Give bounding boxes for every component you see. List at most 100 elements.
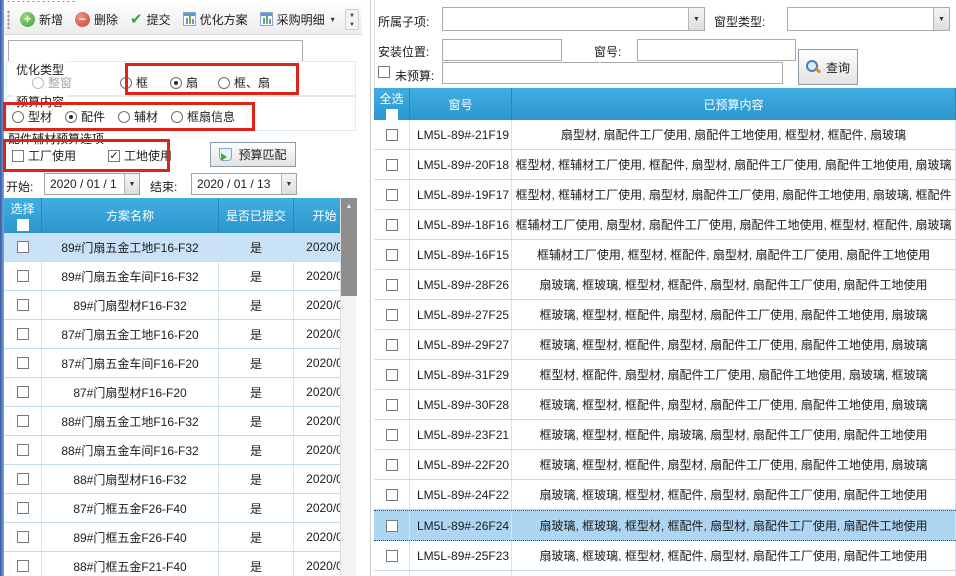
plan-row[interactable]: 89#门框五金F26-F40是2020/0 [4,523,356,552]
sub-item-dropdown-icon[interactable]: ▼ [688,8,704,30]
radio-sash[interactable]: 扇 [170,74,198,91]
purchase-detail-button[interactable]: 采购明细 ▾ [254,8,341,31]
budget-row[interactable]: LM5L-89#-31F29框型材, 框配件, 扇型材, 扇配件工厂使用, 扇配… [374,360,956,390]
radio-frame-sash-info[interactable]: 框扇信息 [171,108,235,125]
budget-row[interactable]: LM5L-89#-24F22扇玻璃, 框玻璃, 框型材, 框配件, 扇型材, 扇… [374,480,956,510]
plan-row-checkbox[interactable] [17,357,29,369]
window-type-combobox[interactable]: ▼ [787,7,950,31]
scroll-up-icon[interactable]: ▲ [341,198,357,214]
radio-mark-icon[interactable] [65,111,77,123]
budget-row-checkbox[interactable] [386,279,398,291]
plan-row-checkbox[interactable] [17,241,29,253]
plan-row[interactable]: 88#门扇五金车间F16-F32是2020/0 [4,436,356,465]
budget-row-checkbox[interactable] [386,159,398,171]
budget-row-checkbox[interactable] [386,369,398,381]
submit-button[interactable]: ✔ 提交 [124,8,177,31]
plan-filter-input[interactable] [8,40,303,63]
install-position-input[interactable] [442,39,562,61]
plans-scrollbar[interactable]: ▲ [340,198,356,576]
end-date-picker[interactable]: 2020 / 01 / 13 ▼ [191,173,297,195]
plan-row-checkbox[interactable] [17,531,29,543]
plan-row[interactable]: 88#门框五金F21-F40是2020/0 [4,552,356,576]
budget-row[interactable]: LM5L-89#-18F16框辅材工厂使用, 扇型材, 扇配件工厂使用, 扇配件… [374,210,956,240]
checkbox-mark-icon[interactable] [12,150,24,162]
budget-row[interactable]: LM5L-89#-26F24扇玻璃, 框玻璃, 框型材, 框配件, 扇型材, 扇… [374,510,956,541]
budget-row[interactable]: LM5L-89#-21F19扇型材, 扇配件工厂使用, 扇配件工地使用, 框型材… [374,120,956,150]
add-button[interactable]: + 新增 [14,8,69,31]
plan-row[interactable]: 87#门扇五金车间F16-F20是2020/0 [4,349,356,378]
window-no-input[interactable] [637,39,796,61]
radio-mark-icon[interactable] [218,77,230,89]
plan-row[interactable]: 88#门扇型材F16-F32是2020/0 [4,465,356,494]
scrollbar-thumb[interactable] [341,214,357,296]
panel-splitter[interactable] [370,0,371,576]
window-type-dropdown-icon[interactable]: ▼ [933,8,949,30]
query-button[interactable]: 查询 [798,49,858,85]
budget-row[interactable]: LM5L-89#-20F18框型材, 框辅材工厂使用, 框配件, 扇型材, 扇配… [374,150,956,180]
optimize-plan-button[interactable]: 优化方案 [177,8,254,31]
chevron-down-icon[interactable]: ▾ [331,15,335,24]
radio-mark-icon[interactable] [120,77,132,89]
budget-match-button[interactable]: 预算匹配 [210,142,296,167]
budget-row[interactable]: LM5L-89#-22F20框玻璃, 框型材, 框配件, 扇型材, 扇配件工厂使… [374,450,956,480]
radio-frame-sash[interactable]: 框、扇 [218,74,270,91]
radio-mark-icon[interactable] [118,111,130,123]
budget-row-checkbox[interactable] [386,189,398,201]
plan-row[interactable]: 87#门框五金F26-F40是2020/0 [4,494,356,523]
budget-row[interactable]: LM5L-89#-27F25框玻璃, 框型材, 框配件, 扇型材, 扇配件工厂使… [374,300,956,330]
budget-row[interactable]: LM5L-89#-23F21框玻璃, 框型材, 框配件, 扇玻璃, 扇型材, 扇… [374,420,956,450]
plan-row-checkbox[interactable] [17,444,29,456]
budget-row-checkbox[interactable] [386,399,398,411]
toolbar-grip-icon[interactable] [7,10,10,29]
radio-auxiliary[interactable]: 辅材 [118,108,158,125]
plan-row-checkbox[interactable] [17,473,29,485]
budget-row-checkbox[interactable] [386,520,398,532]
select-all-windows-checkbox[interactable] [386,109,398,120]
plan-row[interactable]: 88#门扇五金工地F16-F32是2020/0 [4,407,356,436]
radio-mark-icon[interactable] [171,111,183,123]
select-all-plans-checkbox[interactable] [17,219,29,231]
sub-item-combobox[interactable]: ▼ [442,7,705,31]
plan-row-checkbox[interactable] [17,502,29,514]
radio-accessory[interactable]: 配件 [65,108,105,125]
radio-mark-icon[interactable] [12,111,24,123]
budget-row[interactable]: LM5L-89#-28F26扇玻璃, 框玻璃, 框型材, 框配件, 扇型材, 扇… [374,270,956,300]
budget-row-checkbox[interactable] [386,459,398,471]
budget-row[interactable]: LM5L-89#-16F15框辅材工厂使用, 框型材, 框配件, 扇型材, 扇配… [374,240,956,270]
budget-row[interactable]: LM5L-89#-25F23扇玻璃, 框玻璃, 框型材, 框配件, 扇型材, 扇… [374,541,956,571]
budget-row-checkbox[interactable] [386,129,398,141]
plan-row[interactable]: 89#门扇五金工地F16-F32是2020/0 [4,233,356,262]
checkbox-factory-use[interactable]: 工厂使用 [12,147,76,164]
start-date-picker[interactable]: 2020 / 01 / 1 ▼ [44,173,140,195]
radio-profile[interactable]: 型材 [12,108,52,125]
budget-row[interactable]: LM5L-89#-29F27框玻璃, 框型材, 框配件, 扇型材, 扇配件工厂使… [374,330,956,360]
plan-row-checkbox[interactable] [17,270,29,282]
budget-row-checkbox[interactable] [386,339,398,351]
plan-row[interactable]: 89#门扇型材F16-F32是2020/0 [4,291,356,320]
delete-button[interactable]: − 删除 [69,8,124,31]
plan-row[interactable]: 89#门扇五金车间F16-F32是2020/0 [4,262,356,291]
budget-row-checkbox[interactable] [386,309,398,321]
no-budget-checkbox[interactable] [378,66,390,78]
budget-row-checkbox[interactable] [386,489,398,501]
plan-row-checkbox[interactable] [17,299,29,311]
end-date-dropdown-icon[interactable]: ▼ [281,174,296,194]
plan-row-checkbox[interactable] [17,560,29,572]
budget-row-checkbox[interactable] [386,249,398,261]
plan-row[interactable]: 87#门扇型材F16-F20是2020/0 [4,378,356,407]
plan-row[interactable]: 87#门扇五金工地F16-F20是2020/0 [4,320,356,349]
budget-row[interactable]: LM5L-89#-19F17框型材, 框辅材工厂使用, 扇型材, 扇配件工厂使用… [374,180,956,210]
no-budget-input[interactable] [442,62,783,84]
plan-row-checkbox[interactable] [17,386,29,398]
plan-row-checkbox[interactable] [17,328,29,340]
plan-row-checkbox[interactable] [17,415,29,427]
budget-row-checkbox[interactable] [386,219,398,231]
budget-row-checkbox[interactable] [386,550,398,562]
start-date-dropdown-icon[interactable]: ▼ [124,174,139,194]
toolbar-overflow-button[interactable]: ▼▼ [345,9,359,30]
budget-row[interactable]: LM5L-89#-30F28框玻璃, 框型材, 框配件, 扇型材, 扇配件工厂使… [374,390,956,420]
checkbox-mark-icon[interactable]: ✓ [108,150,120,162]
checkbox-site-use[interactable]: ✓工地使用 [108,147,172,164]
radio-mark-icon[interactable] [170,77,182,89]
radio-frame[interactable]: 框 [120,74,148,91]
